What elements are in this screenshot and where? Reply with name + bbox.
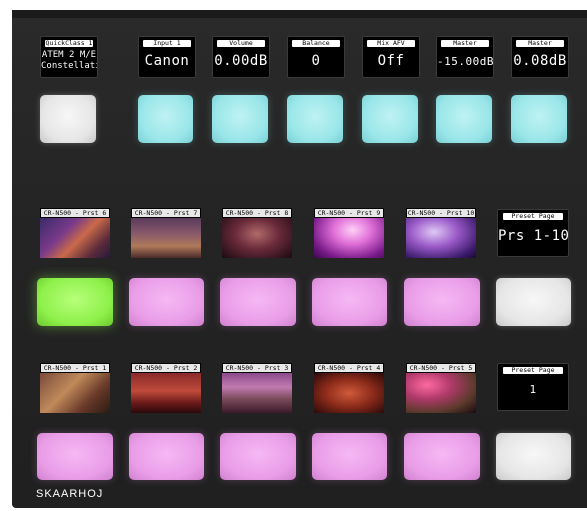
preset-button-2[interactable] [129,433,204,480]
mix-afv-value: Off [377,53,405,69]
guitarist-lights-image [406,373,476,413]
balance-button[interactable] [287,95,343,143]
master-header-2: Master [515,40,565,47]
master-value-1: -15.00dB [437,55,494,68]
duo-singers-image [222,218,292,258]
mix-afv-header: Mix AFV [366,40,416,47]
preset-page-display-lower: Preset Page 1 [497,363,569,411]
preset-button-5[interactable] [404,433,480,480]
band-stage-image [131,218,201,258]
quickclass-button[interactable] [40,95,96,143]
master-header-1: Master [440,40,490,47]
preset-label-9: CR-N500 - Prst 9 [315,209,383,217]
quickclass-display: QuickClass 1 ATEM 2 M/E Constellati [40,36,98,78]
preset-button-8[interactable] [220,278,296,326]
singer-silhouette-pink-image [314,218,384,258]
preset-page-button-lower[interactable] [496,433,571,480]
preset-thumbnail-5: CR-N500 - Prst 5 [406,363,476,413]
preset-label-7: CR-N500 - Prst 7 [132,209,200,217]
preset-button-1[interactable] [37,433,113,480]
preset-page-display-upper: Preset Page Prs 1-10 [497,209,569,257]
guitarist-red-image [131,373,201,413]
preset-thumbnail-1: CR-N500 - Prst 1 [40,363,110,413]
preset-label-3: CR-N500 - Prst 3 [223,364,291,372]
brand-logo: SKAARHOJ [36,488,104,500]
preset-page-header-upper: Preset Page [502,213,564,220]
preset-thumbnail-8: CR-N500 - Prst 8 [222,208,292,258]
master-button-1[interactable] [436,95,492,143]
quickclass-header: QuickClass 1 [44,40,94,47]
preset-label-4: CR-N500 - Prst 4 [315,364,383,372]
preset-thumbnail-7: CR-N500 - Prst 7 [131,208,201,258]
master-value-2: 0.08dB [513,53,567,69]
preset-thumbnail-9: CR-N500 - Prst 9 [314,208,384,258]
input-value: Canon [144,53,190,69]
top-strip [12,10,587,18]
preset-page-value-lower: 1 [529,383,537,396]
singer-silhouette-purple-image [406,218,476,258]
master-display-1: Master -15.00dB [436,36,494,78]
mix-afv-display: Mix AFV Off [362,36,420,78]
preset-thumbnail-3: CR-N500 - Prst 3 [222,363,292,413]
preset-label-5: CR-N500 - Prst 5 [407,364,475,372]
guitarist-warm-image [40,373,110,413]
input-button[interactable] [138,95,193,143]
preset-page-header-lower: Preset Page [502,367,564,374]
mix-afv-button[interactable] [362,95,418,143]
balance-value: 0 [311,53,321,69]
quickclass-line2: Constellati [41,61,98,71]
volume-value: 0.00dB [214,53,268,69]
preset-button-9[interactable] [312,278,387,326]
preset-label-10: CR-N500 - Prst 10 [407,209,475,217]
preset-thumbnail-2: CR-N500 - Prst 2 [131,363,201,413]
master-display-2: Master 0.08dB [511,36,569,78]
master-button-2[interactable] [511,95,567,143]
preset-page-button-upper[interactable] [496,278,571,326]
preset-button-10[interactable] [404,278,480,326]
preset-button-7[interactable] [129,278,204,326]
volume-display: Volume 0.00dB [212,36,270,78]
guitar-closeup-image [40,218,110,258]
preset-label-1: CR-N500 - Prst 1 [41,364,109,372]
preset-label-2: CR-N500 - Prst 2 [132,364,200,372]
drummer-stage-image [222,373,292,413]
volume-button[interactable] [212,95,268,143]
preset-page-value-upper: Prs 1-10 [498,228,569,244]
preset-button-6[interactable] [37,278,113,326]
preset-thumbnail-6: CR-N500 - Prst 6 [40,208,110,258]
preset-button-3[interactable] [220,433,296,480]
quickclass-line1: ATEM 2 M/E [41,50,97,60]
volume-header: Volume [216,40,266,47]
band-red-stage-image [314,373,384,413]
preset-label-8: CR-N500 - Prst 8 [223,209,291,217]
balance-display: Balance 0 [287,36,345,78]
preset-label-6: CR-N500 - Prst 6 [41,209,109,217]
preset-thumbnail-10: CR-N500 - Prst 10 [406,208,476,258]
input-header: Input 1 [142,40,192,47]
preset-thumbnail-4: CR-N500 - Prst 4 [314,363,384,413]
preset-button-4[interactable] [312,433,387,480]
input-display: Input 1 Canon [138,36,196,78]
balance-header: Balance [291,40,341,47]
